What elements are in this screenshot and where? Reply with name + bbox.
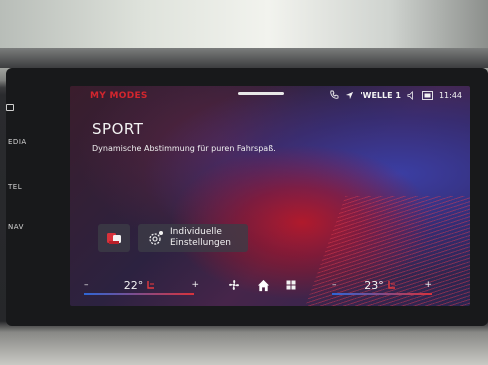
drive-mode-icon <box>107 233 121 244</box>
left-temp-indicator <box>84 293 194 295</box>
pulldown-handle[interactable] <box>238 92 284 95</box>
page-title: MY MODES <box>90 91 148 101</box>
clock: 11:44 <box>438 90 462 100</box>
status-bar: 'WELLE 1 11:44 <box>329 90 462 100</box>
seat-heating-icon[interactable] <box>146 280 156 291</box>
right-temp-indicator <box>332 293 432 295</box>
settings-label: Individuelle Einstellungen <box>170 227 231 249</box>
left-climate-control: – 22° + <box>84 276 199 294</box>
mode-name: SPORT <box>92 120 144 138</box>
left-temp-increase-button[interactable]: + <box>191 280 199 290</box>
settings-gear-icon <box>149 231 163 245</box>
right-temperature[interactable]: 23° <box>364 279 384 292</box>
sidebar-item-nav[interactable]: NAV <box>8 223 24 231</box>
sidebar-small-icon[interactable] <box>6 104 14 111</box>
settings-label-line1: Individuelle <box>170 227 222 237</box>
grid-menu-icon[interactable] <box>286 280 296 290</box>
mode-description: Dynamische Abstimmung für puren Fahrspaß… <box>92 144 276 153</box>
windshield-background <box>0 0 488 50</box>
center-controls <box>228 276 296 294</box>
right-temp-increase-button[interactable]: + <box>424 280 432 290</box>
fan-icon[interactable] <box>228 279 240 291</box>
settings-label-line2: Einstellungen <box>170 238 232 248</box>
sidebar-item-tel[interactable]: TEL <box>8 183 22 191</box>
navigation-arrow-icon <box>346 91 354 99</box>
drive-mode-tile[interactable] <box>98 224 130 252</box>
seat-heating-icon[interactable] <box>387 280 397 291</box>
right-climate-control: – 23° + <box>332 276 432 294</box>
left-temp-decrease-button[interactable]: – <box>84 280 89 290</box>
sidebar-item-media[interactable]: EDIA <box>8 138 27 146</box>
phone-icon[interactable] <box>329 90 339 100</box>
volume-icon[interactable] <box>407 90 416 100</box>
radio-station[interactable]: 'WELLE 1 <box>360 91 401 100</box>
screen-icon[interactable] <box>421 90 433 100</box>
climate-bar: – 22° + – 23° + <box>70 270 470 300</box>
right-temp-decrease-button[interactable]: – <box>332 280 337 290</box>
left-temperature[interactable]: 22° <box>124 279 144 292</box>
dashboard-top <box>0 48 488 68</box>
individual-settings-button[interactable]: Individuelle Einstellungen <box>138 224 248 252</box>
home-icon[interactable] <box>257 279 270 292</box>
infotainment-screen: MY MODES 'WELLE 1 11:44 SPORT Dynamische… <box>70 86 470 306</box>
